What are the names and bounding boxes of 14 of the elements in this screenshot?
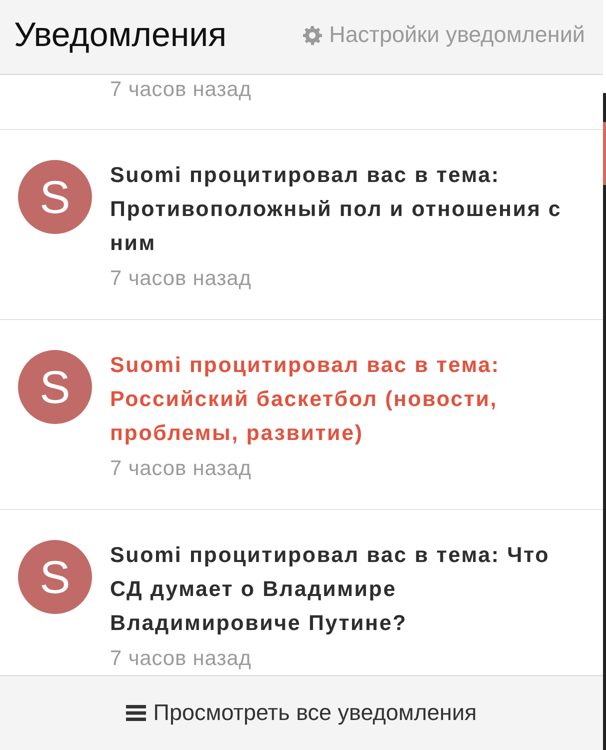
- notification-title[interactable]: Suomi процитировал вас в тема: Противоположный пол и отношения с ним: [110, 158, 586, 260]
- notification-time: 7 часов назад: [110, 456, 252, 482]
- notification-time: 7 часов назад: [110, 266, 252, 292]
- user-avatar: S: [18, 160, 92, 234]
- notification-time: 7 часов назад: [110, 77, 252, 103]
- notification-title[interactable]: Suomi процитировал вас в тема: Российский баскетбол (новости, проблемы, развитие): [110, 348, 586, 450]
- settings-icon: [303, 26, 322, 44]
- view-all-link[interactable]: Просмотреть все уведомления: [126, 699, 477, 727]
- notification-title[interactable]: Suomi процитировал вас в тема: Что СД думает о Владимире Владимировиче Путине?: [110, 538, 586, 640]
- panel-title: Уведомления: [14, 15, 227, 56]
- notification-time: 7 часов назад: [110, 646, 252, 672]
- menu-icon: [126, 705, 146, 721]
- user-avatar: S: [18, 350, 92, 424]
- user-avatar: S: [18, 540, 92, 614]
